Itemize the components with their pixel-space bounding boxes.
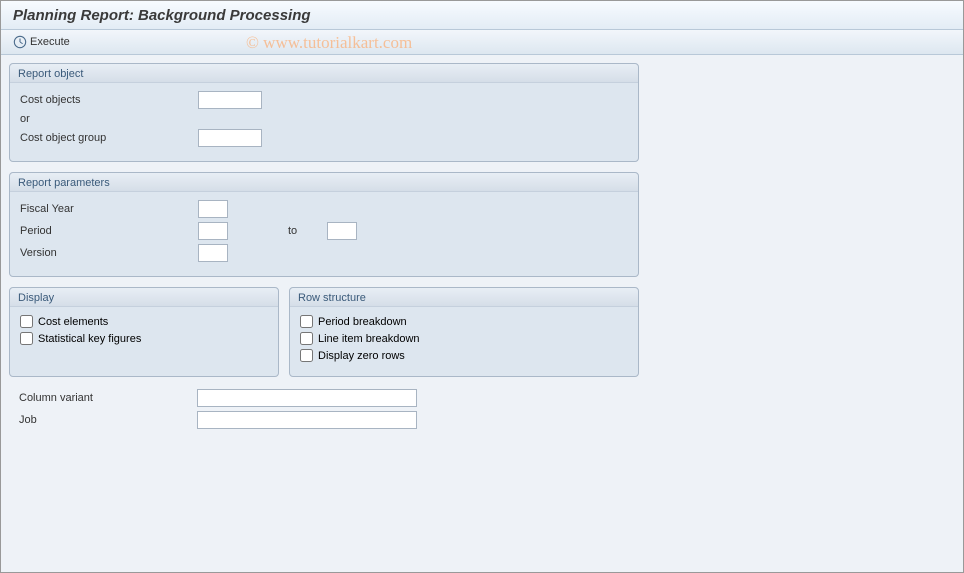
- zero-rows-label: Display zero rows: [318, 350, 405, 362]
- to-label: to: [288, 225, 297, 237]
- execute-label: Execute: [30, 36, 70, 48]
- fiscal-year-row: Fiscal Year: [10, 198, 638, 220]
- version-row: Version: [10, 242, 638, 264]
- cost-object-group-input[interactable]: [198, 129, 262, 147]
- fiscal-year-label: Fiscal Year: [10, 203, 198, 215]
- cost-objects-row: Cost objects: [10, 89, 638, 111]
- report-parameters-group: Report parameters Fiscal Year Period to …: [9, 172, 639, 277]
- period-row: Period to: [10, 220, 638, 242]
- side-by-side-groups: Display Cost elements Statistical key fi…: [9, 287, 639, 377]
- column-variant-label: Column variant: [9, 392, 197, 404]
- cost-objects-input[interactable]: [198, 91, 262, 109]
- period-label: Period: [10, 225, 198, 237]
- fiscal-year-input[interactable]: [198, 200, 228, 218]
- page-title: Planning Report: Background Processing: [13, 7, 311, 24]
- cost-elements-row: Cost elements: [10, 313, 278, 330]
- group-title: Row structure: [290, 288, 638, 307]
- column-variant-input[interactable]: [197, 389, 417, 407]
- toolbar: Execute: [1, 30, 963, 55]
- bottom-fields: Column variant Job: [9, 387, 639, 431]
- row-structure-group: Row structure Period breakdown Line item…: [289, 287, 639, 377]
- zero-rows-checkbox[interactable]: [300, 349, 313, 362]
- version-input[interactable]: [198, 244, 228, 262]
- cost-objects-label: Cost objects: [10, 94, 198, 106]
- or-label: or: [10, 113, 198, 125]
- execute-button[interactable]: Execute: [9, 34, 74, 50]
- display-group: Display Cost elements Statistical key fi…: [9, 287, 279, 377]
- report-object-group: Report object Cost objects or Cost objec…: [9, 63, 639, 162]
- period-from-input[interactable]: [198, 222, 228, 240]
- period-to-input[interactable]: [327, 222, 357, 240]
- statistical-key-checkbox[interactable]: [20, 332, 33, 345]
- statistical-key-row: Statistical key figures: [10, 330, 278, 347]
- cost-object-group-label: Cost object group: [10, 132, 198, 144]
- group-title: Report object: [10, 64, 638, 83]
- group-title: Report parameters: [10, 173, 638, 192]
- period-breakdown-row: Period breakdown: [290, 313, 638, 330]
- statistical-key-label: Statistical key figures: [38, 333, 141, 345]
- title-bar: Planning Report: Background Processing: [1, 1, 963, 30]
- line-item-label: Line item breakdown: [318, 333, 420, 345]
- group-title: Display: [10, 288, 278, 307]
- cost-object-group-row: Cost object group: [10, 127, 638, 149]
- clock-execute-icon: [13, 35, 27, 49]
- period-breakdown-label: Period breakdown: [318, 316, 407, 328]
- job-label: Job: [9, 414, 197, 426]
- zero-rows-row: Display zero rows: [290, 347, 638, 364]
- job-input[interactable]: [197, 411, 417, 429]
- cost-elements-label: Cost elements: [38, 316, 108, 328]
- period-breakdown-checkbox[interactable]: [300, 315, 313, 328]
- column-variant-row: Column variant: [9, 387, 639, 409]
- line-item-checkbox[interactable]: [300, 332, 313, 345]
- line-item-row: Line item breakdown: [290, 330, 638, 347]
- cost-elements-checkbox[interactable]: [20, 315, 33, 328]
- or-row: or: [10, 111, 638, 127]
- content-area: Report object Cost objects or Cost objec…: [1, 55, 963, 572]
- version-label: Version: [10, 247, 198, 259]
- job-row: Job: [9, 409, 639, 431]
